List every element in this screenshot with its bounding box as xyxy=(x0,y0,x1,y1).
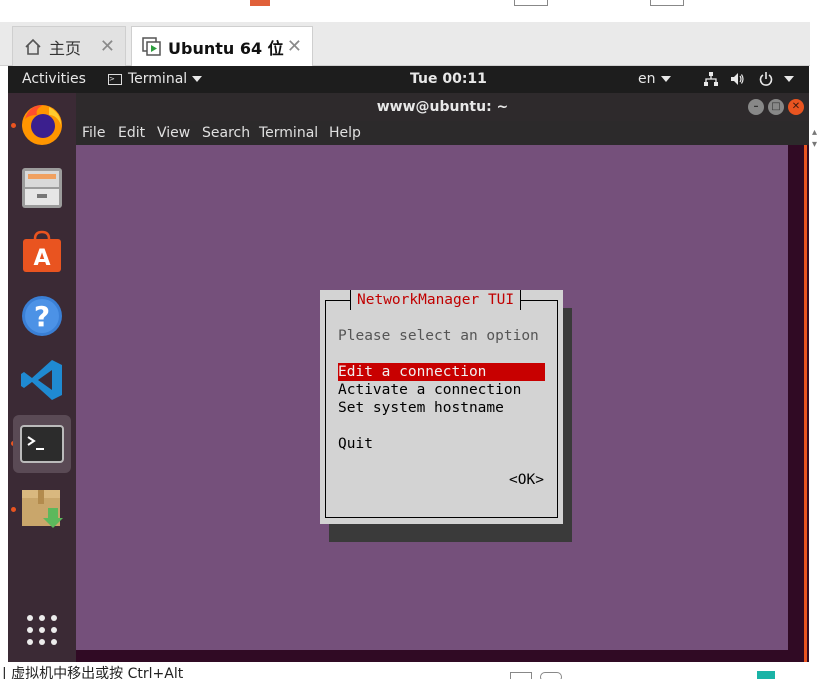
software-center-icon[interactable]: A xyxy=(13,223,71,281)
device-icon[interactable] xyxy=(510,672,532,679)
menu-view[interactable]: View xyxy=(157,121,190,145)
activities-button[interactable]: Activities xyxy=(22,66,86,93)
archive-manager-icon[interactable] xyxy=(13,479,71,537)
chevron-down-icon xyxy=(784,76,794,82)
files-icon[interactable] xyxy=(13,159,71,217)
nmtui-dialog: NetworkManager TUI Please select an opti… xyxy=(320,290,563,524)
language-label: en xyxy=(638,71,656,87)
toolbar-fragment xyxy=(650,0,684,6)
close-window-icon[interactable]: ✕ xyxy=(788,99,804,115)
firefox-icon[interactable] xyxy=(13,95,71,153)
menu-search[interactable]: Search xyxy=(202,121,250,145)
menu-edit[interactable]: Edit xyxy=(118,121,145,145)
device-icon[interactable] xyxy=(540,672,562,679)
vscode-icon[interactable] xyxy=(13,351,71,409)
clock[interactable]: Tue 00:11 xyxy=(410,66,487,93)
status-indicator-icon xyxy=(757,671,775,679)
status-hint-text: | 虚拟机中移出或按 Ctrl+Alt xyxy=(2,666,184,679)
show-apps-icon[interactable] xyxy=(13,601,71,659)
maximize-icon[interactable]: □ xyxy=(768,99,784,115)
minimize-icon[interactable]: – xyxy=(748,99,764,115)
home-icon xyxy=(23,37,43,57)
vm-play-icon xyxy=(142,36,162,57)
terminal-titlebar[interactable]: www@ubuntu: ~ – □ ✕ xyxy=(76,93,809,121)
option-quit[interactable]: Quit xyxy=(338,435,545,453)
language-selector[interactable]: en xyxy=(638,66,671,93)
terminal-title: www@ubuntu: ~ xyxy=(376,99,509,115)
toolbar-fragment xyxy=(250,0,270,6)
close-tab-ubuntu-icon[interactable]: ✕ xyxy=(287,36,302,57)
host-toolbar-strip xyxy=(0,0,825,22)
power-icon xyxy=(759,72,773,86)
ubuntu-dock: A ? xyxy=(8,93,76,662)
menu-terminal[interactable]: Terminal xyxy=(259,121,318,145)
svg-text:?: ? xyxy=(34,300,50,333)
dialog-prompt: Please select an option xyxy=(338,328,539,344)
network-icon[interactable] xyxy=(703,66,719,93)
toolbar-fragment xyxy=(514,0,548,6)
menu-help[interactable]: Help xyxy=(329,121,361,145)
power-menu[interactable] xyxy=(758,66,794,93)
vmware-status-bar: | 虚拟机中移出或按 Ctrl+Alt xyxy=(0,662,825,679)
chevron-down-icon xyxy=(192,76,203,82)
help-icon[interactable]: ? xyxy=(13,287,71,345)
ok-button[interactable]: <OK> xyxy=(509,471,544,489)
host-window-edge: ▴ ▾ xyxy=(810,22,825,662)
terminal-small-icon: > xyxy=(108,73,122,85)
option-edit-connection[interactable]: Edit a connection xyxy=(338,363,545,381)
terminal-menubar: File Edit View Search Terminal Help xyxy=(76,121,809,145)
volume-icon[interactable] xyxy=(729,66,745,93)
app-menu-terminal[interactable]: > Terminal xyxy=(108,66,203,93)
menu-file[interactable]: File xyxy=(82,121,105,145)
tab-home-label: 主页 xyxy=(49,38,82,58)
option-activate-connection[interactable]: Activate a connection xyxy=(338,381,545,399)
tab-ubuntu-label: Ubuntu 64 位 xyxy=(168,38,284,58)
svg-text:A: A xyxy=(33,246,50,271)
option-set-hostname[interactable]: Set system hostname xyxy=(338,399,545,417)
vmware-tab-bar: 主页 ✕ Ubuntu 64 位 ✕ xyxy=(0,22,810,66)
gnome-top-panel: Activities > Terminal Tue 00:11 en xyxy=(8,66,809,93)
window-edge-accent xyxy=(804,145,807,662)
dialog-title: NetworkManager TUI xyxy=(350,290,522,310)
tab-home[interactable]: 主页 ✕ xyxy=(12,26,126,66)
terminal-scrollbar[interactable] xyxy=(788,145,809,662)
chevron-down-icon xyxy=(660,76,671,82)
app-menu-label: Terminal xyxy=(128,71,188,87)
terminal-bottom-edge xyxy=(76,650,788,662)
close-tab-home-icon[interactable]: ✕ xyxy=(100,36,115,57)
tab-ubuntu-vm[interactable]: Ubuntu 64 位 ✕ xyxy=(131,26,313,66)
terminal-icon[interactable] xyxy=(13,415,71,473)
